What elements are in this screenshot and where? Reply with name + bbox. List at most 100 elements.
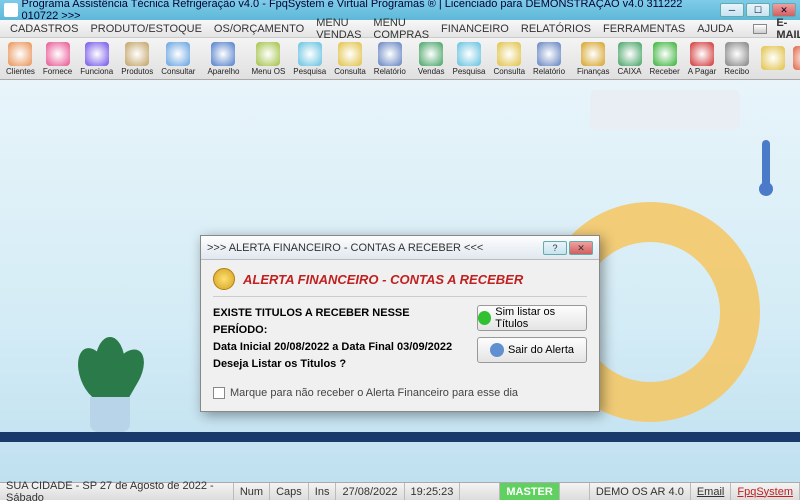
- Clientes-icon: [8, 42, 32, 66]
- menu-cadastros[interactable]: CADASTROS: [4, 23, 84, 35]
- menu-os/orçamento[interactable]: OS/ORÇAMENTO: [208, 23, 310, 35]
- status-location: SUA CIDADE - SP 27 de Agosto de 2022 - S…: [0, 483, 234, 500]
- plant-graphic: [80, 332, 140, 432]
- toolbar-label: Recibo: [724, 67, 749, 76]
- Finanças-icon: [581, 42, 605, 66]
- app-icon: [4, 3, 18, 17]
- tool-icon: [761, 46, 785, 70]
- toolbar-button[interactable]: [789, 43, 800, 74]
- Produtos-icon: [125, 42, 149, 66]
- status-indicator: [460, 483, 500, 500]
- thermometer-graphic: [762, 140, 770, 190]
- tool-icon: [793, 46, 800, 70]
- coin-icon: [213, 268, 235, 290]
- Menu OS-icon: [256, 42, 280, 66]
- dialog-body: ALERTA FINANCEIRO - CONTAS A RECEBER EXI…: [201, 260, 599, 411]
- envelope-icon: [753, 24, 767, 34]
- Aparelho-icon: [211, 42, 235, 66]
- menu-menu compras[interactable]: MENU COMPRAS: [367, 17, 435, 41]
- menu-produto/estoque[interactable]: PRODUTO/ESTOQUE: [84, 23, 207, 35]
- toolbar-finanças[interactable]: Finanças: [573, 39, 613, 79]
- toolbar-vendas[interactable]: Vendas: [414, 39, 449, 79]
- toolbar-receber[interactable]: Receber: [646, 39, 684, 79]
- alert-dialog: >>> ALERTA FINANCEIRO - CONTAS A RECEBER…: [200, 235, 600, 412]
- toolbar-label: Pesquisa: [293, 67, 326, 76]
- Consulta-icon: [338, 42, 362, 66]
- maximize-button[interactable]: ☐: [746, 3, 770, 17]
- close-button[interactable]: ✕: [772, 3, 796, 17]
- menu-menu vendas[interactable]: MENU VENDAS: [310, 17, 367, 41]
- toolbar-label: Fornece: [43, 67, 72, 76]
- toolbar-button[interactable]: [757, 43, 789, 74]
- exit-icon: [490, 343, 504, 357]
- window-controls: ─ ☐ ✕: [720, 3, 796, 17]
- yes-list-button[interactable]: Sim listar os Títulos: [477, 305, 587, 331]
- CAIXA-icon: [618, 42, 642, 66]
- menu-financeiro[interactable]: FINANCEIRO: [435, 23, 515, 35]
- dialog-message: EXISTE TITULOS A RECEBER NESSE PERÍODO: …: [213, 305, 467, 373]
- exit-alert-button[interactable]: Sair do Alerta: [477, 337, 587, 363]
- status-time: 19:25:23: [405, 483, 461, 500]
- toolbar-label: Menu OS: [252, 67, 286, 76]
- suppress-alert-checkbox[interactable]: [213, 387, 225, 399]
- status-brand[interactable]: FpqSystem: [731, 483, 800, 500]
- Receber-icon: [653, 42, 677, 66]
- yes-button-label: Sim listar os Títulos: [495, 306, 586, 330]
- Consulta-icon: [497, 42, 521, 66]
- status-email[interactable]: Email: [691, 483, 732, 500]
- workspace: >>> ALERTA FINANCEIRO - CONTAS A RECEBER…: [0, 80, 800, 482]
- Funciona-icon: [85, 42, 109, 66]
- A Pagar-icon: [690, 42, 714, 66]
- menu-ferramentas[interactable]: FERRAMENTAS: [597, 23, 691, 35]
- toolbar-pesquisa[interactable]: Pesquisa: [289, 39, 330, 79]
- minimize-button[interactable]: ─: [720, 3, 744, 17]
- toolbar-consultar[interactable]: Consultar: [157, 39, 199, 79]
- toolbar-recibo[interactable]: Recibo: [720, 39, 753, 79]
- toolbar-label: Produtos: [121, 67, 153, 76]
- toolbar-aparelho[interactable]: Aparelho: [203, 39, 243, 79]
- status-db: DEMO OS AR 4.0: [590, 483, 691, 500]
- check-icon: [478, 311, 491, 325]
- email-button[interactable]: E-MAIL: [747, 17, 800, 41]
- toolbar-label: Funciona: [80, 67, 113, 76]
- status-user: MASTER: [500, 483, 559, 500]
- toolbar-label: A Pagar: [688, 67, 716, 76]
- toolbar-label: Clientes: [6, 67, 35, 76]
- menu-ajuda[interactable]: AJUDA: [691, 23, 739, 35]
- Relatório-icon: [537, 42, 561, 66]
- toolbar-funciona[interactable]: Funciona: [76, 39, 117, 79]
- main-toolbar: Clientes Fornece Funciona Produtos Consultar…: [0, 38, 800, 80]
- toolbar-label: Finanças: [577, 67, 609, 76]
- toolbar-label: Receber: [650, 67, 680, 76]
- dialog-close-button[interactable]: ✕: [569, 241, 593, 255]
- toolbar-caixa[interactable]: CAIXA: [614, 39, 646, 79]
- status-num: Num: [234, 483, 270, 500]
- toolbar-a pagar[interactable]: A Pagar: [684, 39, 720, 79]
- menu-relatórios[interactable]: RELATÓRIOS: [515, 23, 597, 35]
- toolbar-label: Relatório: [374, 67, 406, 76]
- dialog-titlebar: >>> ALERTA FINANCEIRO - CONTAS A RECEBER…: [201, 236, 599, 260]
- status-indicator2: [560, 483, 590, 500]
- dialog-heading: ALERTA FINANCEIRO - CONTAS A RECEBER: [243, 272, 523, 287]
- toolbar-clientes[interactable]: Clientes: [2, 39, 39, 79]
- toolbar-consulta[interactable]: Consulta: [489, 39, 529, 79]
- Consultar-icon: [166, 42, 190, 66]
- toolbar-label: Aparelho: [207, 67, 239, 76]
- toolbar-relatório[interactable]: Relatório: [529, 39, 569, 79]
- exit-button-label: Sair do Alerta: [508, 344, 574, 356]
- dialog-title: >>> ALERTA FINANCEIRO - CONTAS A RECEBER…: [207, 242, 483, 254]
- toolbar-produtos[interactable]: Produtos: [117, 39, 157, 79]
- toolbar-pesquisa[interactable]: Pesquisa: [449, 39, 490, 79]
- Vendas-icon: [419, 42, 443, 66]
- toolbar-fornece[interactable]: Fornece: [39, 39, 76, 79]
- dialog-help-button[interactable]: ?: [543, 241, 567, 255]
- toolbar-consulta[interactable]: Consulta: [330, 39, 370, 79]
- status-ins: Ins: [309, 483, 337, 500]
- toolbar-menu os[interactable]: Menu OS: [248, 39, 290, 79]
- menubar: CADASTROSPRODUTO/ESTOQUEOS/ORÇAMENTOMENU…: [0, 20, 800, 38]
- toolbar-label: Consulta: [493, 67, 525, 76]
- toolbar-relatório[interactable]: Relatório: [370, 39, 410, 79]
- Recibo-icon: [725, 42, 749, 66]
- floor-graphic: [0, 432, 800, 442]
- Pesquisa-icon: [457, 42, 481, 66]
